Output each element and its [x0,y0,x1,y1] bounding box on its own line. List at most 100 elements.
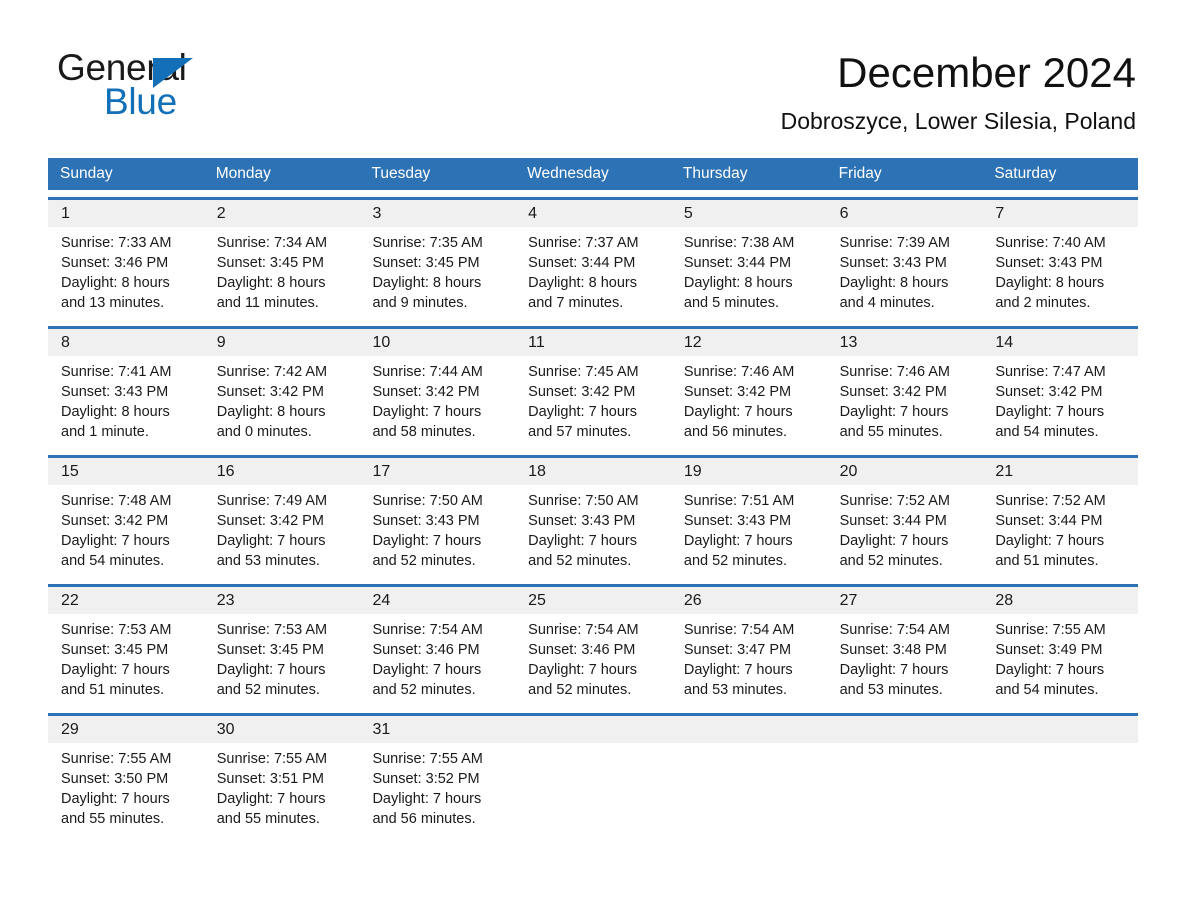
day-cell[interactable]: Sunrise: 7:53 AM Sunset: 3:45 PM Dayligh… [48,614,204,706]
day-number[interactable]: 24 [359,587,515,614]
day-number[interactable]: 26 [671,587,827,614]
sunset-text: Sunset: 3:43 PM [528,513,636,529]
day-cell[interactable]: Sunrise: 7:55 AM Sunset: 3:49 PM Dayligh… [982,614,1138,706]
sunrise-text: Sunrise: 7:46 AM [839,364,951,380]
day-cell[interactable]: Sunrise: 7:46 AM Sunset: 3:42 PM Dayligh… [671,356,827,448]
day-cell[interactable]: Sunrise: 7:53 AM Sunset: 3:45 PM Dayligh… [204,614,360,706]
day-number[interactable]: 6 [827,200,983,227]
day-cell[interactable]: Sunrise: 7:41 AM Sunset: 3:43 PM Dayligh… [48,356,204,448]
page-subtitle: Dobroszyce, Lower Silesia, Poland [780,108,1136,134]
sunrise-text: Sunrise: 7:46 AM [683,364,795,380]
day-cell[interactable]: Sunrise: 7:47 AM Sunset: 3:42 PM Dayligh… [982,356,1138,448]
day-number[interactable]: 2 [204,200,360,227]
day-number[interactable]: 1 [48,200,204,227]
day-number-empty [982,716,1138,743]
day-cell-empty [671,743,827,835]
day-cell[interactable]: Sunrise: 7:38 AM Sunset: 3:44 PM Dayligh… [671,227,827,319]
sunset-text: Sunset: 3:43 PM [61,384,169,400]
day-number[interactable]: 3 [359,200,515,227]
day-number[interactable]: 29 [48,716,204,743]
day-number[interactable]: 20 [827,458,983,485]
sunrise-text: Sunrise: 7:49 AM [216,493,328,509]
day-number-empty [671,716,827,743]
daylight-text-line2: and 52 minutes. [528,682,632,698]
sunrise-text: Sunrise: 7:50 AM [372,493,483,509]
weekday-header-tuesday: Tuesday [371,165,431,182]
day-number[interactable]: 18 [515,458,671,485]
day-cell[interactable]: Sunrise: 7:50 AM Sunset: 3:43 PM Dayligh… [515,485,671,577]
sunset-text: Sunset: 3:46 PM [528,642,636,658]
day-cell[interactable]: Sunrise: 7:33 AM Sunset: 3:46 PM Dayligh… [48,227,204,319]
day-number[interactable]: 25 [515,587,671,614]
sunrise-text: Sunrise: 7:47 AM [995,364,1106,380]
day-cell[interactable]: Sunrise: 7:55 AM Sunset: 3:52 PM Dayligh… [359,743,515,835]
weekday-header-row: Sunday Monday Tuesday Wednesday Thursday… [48,158,1138,190]
day-number[interactable]: 16 [204,458,360,485]
sunrise-text: Sunrise: 7:38 AM [683,235,795,251]
day-number[interactable]: 8 [48,329,204,356]
day-cell[interactable]: Sunrise: 7:55 AM Sunset: 3:50 PM Dayligh… [48,743,204,835]
day-number[interactable]: 7 [982,200,1138,227]
sunset-text: Sunset: 3:42 PM [683,384,792,400]
day-cell[interactable]: Sunrise: 7:42 AM Sunset: 3:42 PM Dayligh… [204,356,360,448]
day-cell[interactable]: Sunrise: 7:50 AM Sunset: 3:43 PM Dayligh… [359,485,515,577]
sunrise-text: Sunrise: 7:48 AM [61,493,172,509]
daylight-text-line1: Daylight: 7 hours [61,662,170,678]
day-number[interactable]: 10 [359,329,515,356]
daylight-text-line2: and 52 minutes. [216,682,320,698]
daylight-text-line2: and 51 minutes. [61,682,165,698]
daylight-text-line2: and 7 minutes. [528,295,624,311]
week-row: 1 2 3 4 5 6 7 Sunrise: 7:33 AM Sunset: 3… [48,197,1138,319]
daylight-text-line2: and 0 minutes. [216,424,312,440]
sunrise-text: Sunrise: 7:52 AM [839,493,951,509]
day-number[interactable]: 4 [515,200,671,227]
daylight-text-line2: and 58 minutes. [372,424,476,440]
day-number[interactable]: 30 [204,716,360,743]
day-number[interactable]: 17 [359,458,515,485]
day-number[interactable]: 19 [671,458,827,485]
day-number[interactable]: 15 [48,458,204,485]
day-number[interactable]: 13 [827,329,983,356]
day-cell[interactable]: Sunrise: 7:54 AM Sunset: 3:46 PM Dayligh… [359,614,515,706]
day-number[interactable]: 21 [982,458,1138,485]
day-number[interactable]: 14 [982,329,1138,356]
day-cell[interactable]: Sunrise: 7:44 AM Sunset: 3:42 PM Dayligh… [359,356,515,448]
day-number[interactable]: 28 [982,587,1138,614]
daylight-text-line2: and 54 minutes. [995,682,1099,698]
sunrise-text: Sunrise: 7:42 AM [216,364,328,380]
day-number[interactable]: 9 [204,329,360,356]
day-cell[interactable]: Sunrise: 7:48 AM Sunset: 3:42 PM Dayligh… [48,485,204,577]
day-number[interactable]: 23 [204,587,360,614]
general-blue-logo[interactable]: General Blue [57,48,357,122]
daylight-text-line2: and 52 minutes. [528,553,632,569]
sunrise-text: Sunrise: 7:53 AM [216,622,328,638]
logo-text-blue: Blue [104,81,177,122]
day-number[interactable]: 5 [671,200,827,227]
week-daynumber-band: 1 2 3 4 5 6 7 [48,200,1138,227]
day-cell[interactable]: Sunrise: 7:54 AM Sunset: 3:48 PM Dayligh… [827,614,983,706]
day-cell[interactable]: Sunrise: 7:40 AM Sunset: 3:43 PM Dayligh… [982,227,1138,319]
sunrise-text: Sunrise: 7:40 AM [995,235,1106,251]
day-cell[interactable]: Sunrise: 7:45 AM Sunset: 3:42 PM Dayligh… [515,356,671,448]
week-row: 29 30 31 Sunrise: 7:55 AM Sunset: 3:50 P… [48,713,1138,835]
day-cell[interactable]: Sunrise: 7:34 AM Sunset: 3:45 PM Dayligh… [204,227,360,319]
day-cell[interactable]: Sunrise: 7:54 AM Sunset: 3:46 PM Dayligh… [515,614,671,706]
day-cell[interactable]: Sunrise: 7:55 AM Sunset: 3:51 PM Dayligh… [204,743,360,835]
day-cell[interactable]: Sunrise: 7:39 AM Sunset: 3:43 PM Dayligh… [827,227,983,319]
day-number[interactable]: 31 [359,716,515,743]
day-number[interactable]: 27 [827,587,983,614]
day-cell[interactable]: Sunrise: 7:46 AM Sunset: 3:42 PM Dayligh… [827,356,983,448]
day-number[interactable]: 11 [515,329,671,356]
day-cell[interactable]: Sunrise: 7:52 AM Sunset: 3:44 PM Dayligh… [982,485,1138,577]
day-cell[interactable]: Sunrise: 7:52 AM Sunset: 3:44 PM Dayligh… [827,485,983,577]
day-cell[interactable]: Sunrise: 7:54 AM Sunset: 3:47 PM Dayligh… [671,614,827,706]
day-cell[interactable]: Sunrise: 7:49 AM Sunset: 3:42 PM Dayligh… [204,485,360,577]
sunrise-text: Sunrise: 7:37 AM [528,235,639,251]
day-cell[interactable]: Sunrise: 7:51 AM Sunset: 3:43 PM Dayligh… [671,485,827,577]
day-number[interactable]: 12 [671,329,827,356]
week-detail-row: Sunrise: 7:48 AM Sunset: 3:42 PM Dayligh… [48,485,1138,577]
day-cell[interactable]: Sunrise: 7:37 AM Sunset: 3:44 PM Dayligh… [515,227,671,319]
day-number[interactable]: 22 [48,587,204,614]
daylight-text-line1: Daylight: 7 hours [528,404,637,420]
day-cell[interactable]: Sunrise: 7:35 AM Sunset: 3:45 PM Dayligh… [359,227,515,319]
